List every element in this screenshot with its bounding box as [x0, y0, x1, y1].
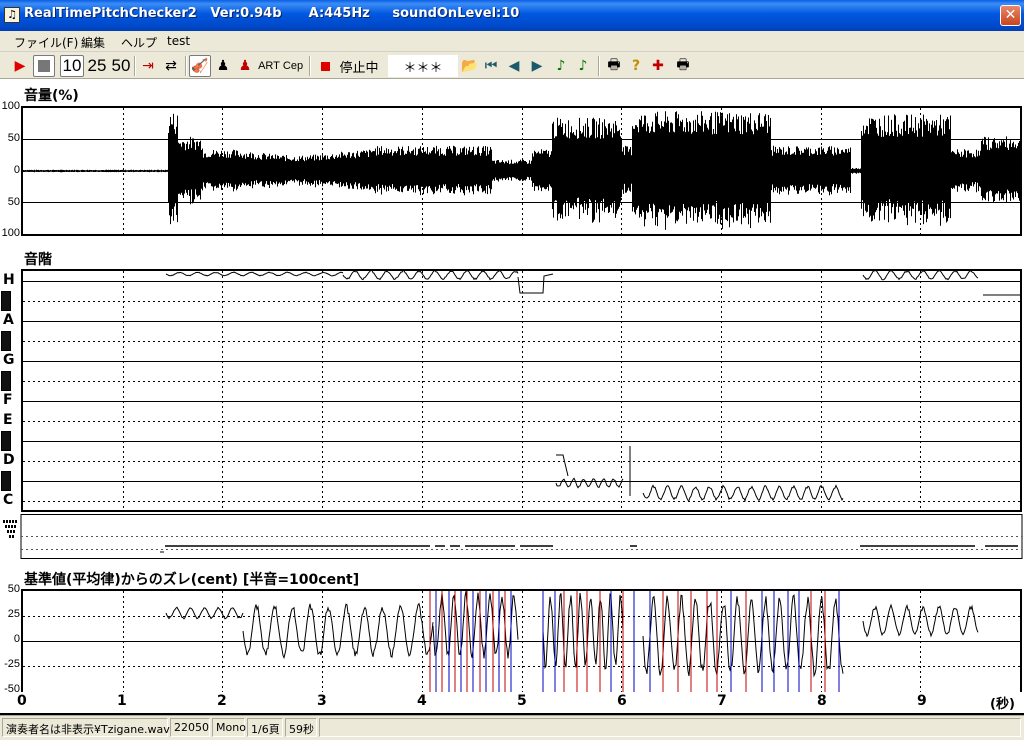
print-alt-icon[interactable]: 🖶: [673, 55, 693, 77]
pitch-trace: [23, 271, 1020, 510]
status-duration: 59秒: [285, 718, 317, 737]
toolbar-separator: [598, 56, 600, 76]
x-tick: 5: [517, 693, 527, 709]
x-tick: 0: [17, 693, 27, 709]
rate-25-button[interactable]: 25: [86, 55, 108, 77]
plot-area: 音量(%) 100 50 0 50 100 音階 H A G F E D C 基…: [0, 79, 1024, 715]
black-key: [1, 471, 11, 491]
close-icon: ✕: [1004, 7, 1017, 23]
menu-file[interactable]: ファイル(F): [14, 34, 78, 51]
note-icon[interactable]: ♪: [552, 55, 570, 77]
x-tick: 9: [917, 693, 927, 709]
music-icon[interactable]: ♫: [4, 7, 20, 23]
deviation-trace: [23, 591, 1020, 692]
status-blank: [319, 718, 1021, 737]
note-label-g: G: [3, 352, 15, 368]
black-key: [1, 431, 11, 451]
toolbar: ▶ 10 25 50 ⇥ ⇄ 🎻 ♟ ♟ ART Cep 停止中 ＊＊＊ 📂 ⏮…: [0, 53, 1024, 79]
note-display: ＊＊＊: [388, 55, 458, 77]
note-label-f: F: [3, 392, 13, 408]
x-tick: 1: [117, 693, 127, 709]
violin-icon[interactable]: 🎻: [189, 55, 211, 77]
crosshair-icon[interactable]: ✚: [649, 55, 667, 77]
rate-50-button[interactable]: 50: [110, 55, 132, 77]
volume-tick: 50: [7, 196, 20, 208]
record-indicator-icon: [316, 55, 334, 77]
status-rate: 22050: [170, 718, 210, 737]
play-status: 停止中: [339, 60, 379, 76]
note-label-c: C: [3, 492, 14, 508]
status-bar: 演奏者名は非表示¥Tzigane.wav 22050 Mono 1/6頁 59秒: [0, 715, 1024, 740]
deviation-plot[interactable]: [21, 589, 1022, 692]
volume-tick: 100: [1, 100, 20, 112]
volume-title: 音量(%): [24, 88, 79, 104]
volume-waveform: [23, 108, 1020, 234]
note-alt-icon[interactable]: ♪: [574, 55, 592, 77]
x-tick: 3: [317, 693, 327, 709]
scale-plot[interactable]: [21, 269, 1022, 512]
title-bar: ♫ RealTimePitchChecker2 Ver:0.94b A:445H…: [0, 0, 1024, 31]
toolbar-separator: [309, 56, 311, 76]
volume-tick: 0: [13, 164, 20, 176]
deviation-tick: 25: [7, 608, 20, 620]
volume-tick: 50: [7, 132, 20, 144]
black-key: [1, 371, 11, 391]
window-title: RealTimePitchChecker2 Ver:0.94b A:445Hz …: [24, 6, 520, 21]
x-tick: 2: [217, 693, 227, 709]
octave-strip: [3, 514, 1023, 559]
jump-end-icon[interactable]: ⇥: [138, 55, 158, 77]
help-icon[interactable]: ?: [627, 55, 645, 77]
note-label-a: A: [3, 312, 14, 328]
cep-button[interactable]: Cep: [282, 55, 304, 77]
rate-10-button[interactable]: 10: [60, 55, 84, 77]
folder-open-icon[interactable]: 📂: [460, 55, 480, 77]
skip-first-icon[interactable]: ⏮: [482, 55, 500, 77]
status-channels: Mono: [212, 718, 246, 737]
x-axis-unit: (秒): [990, 697, 1015, 712]
menu-help[interactable]: ヘルプ: [121, 34, 157, 51]
next-icon[interactable]: ▶: [528, 55, 546, 77]
status-file: 演奏者名は非表示¥Tzigane.wav: [2, 718, 170, 737]
note-label-h: H: [3, 272, 15, 288]
x-tick: 6: [617, 693, 627, 709]
toolbar-separator: [134, 56, 136, 76]
x-tick: 4: [417, 693, 427, 709]
close-button[interactable]: ✕: [1000, 5, 1021, 26]
black-key: [1, 291, 11, 311]
stop-button[interactable]: [33, 55, 55, 77]
deviation-tick: 0: [13, 633, 20, 645]
play-icon[interactable]: ▶: [10, 55, 30, 77]
deviation-title: 基準値(平均律)からのズレ(cent) [半音=100cent]: [24, 572, 360, 588]
person-red-icon[interactable]: ♟: [235, 55, 255, 77]
volume-plot[interactable]: [21, 106, 1022, 236]
menu-test[interactable]: test: [167, 34, 190, 48]
loop-icon[interactable]: ⇄: [160, 55, 182, 77]
x-tick: 7: [717, 693, 727, 709]
art-button[interactable]: ART: [258, 55, 280, 77]
note-label-d: D: [3, 452, 15, 468]
x-tick: 8: [817, 693, 827, 709]
previous-icon[interactable]: ◀: [505, 55, 523, 77]
deviation-tick: -25: [4, 658, 20, 670]
menu-bar: ファイル(F) 編集 ヘルプ test: [0, 31, 1024, 52]
menu-edit[interactable]: 編集: [81, 34, 105, 51]
status-page: 1/6頁: [247, 718, 283, 737]
person-icon[interactable]: ♟: [213, 55, 233, 77]
note-label-e: E: [3, 412, 13, 428]
scale-title: 音階: [24, 252, 52, 268]
volume-tick: 100: [1, 227, 20, 239]
deviation-tick: 50: [7, 583, 20, 595]
black-key: [1, 331, 11, 351]
print-icon[interactable]: 🖶: [604, 55, 624, 77]
toolbar-separator: [185, 56, 187, 76]
stop-icon: [38, 60, 50, 72]
